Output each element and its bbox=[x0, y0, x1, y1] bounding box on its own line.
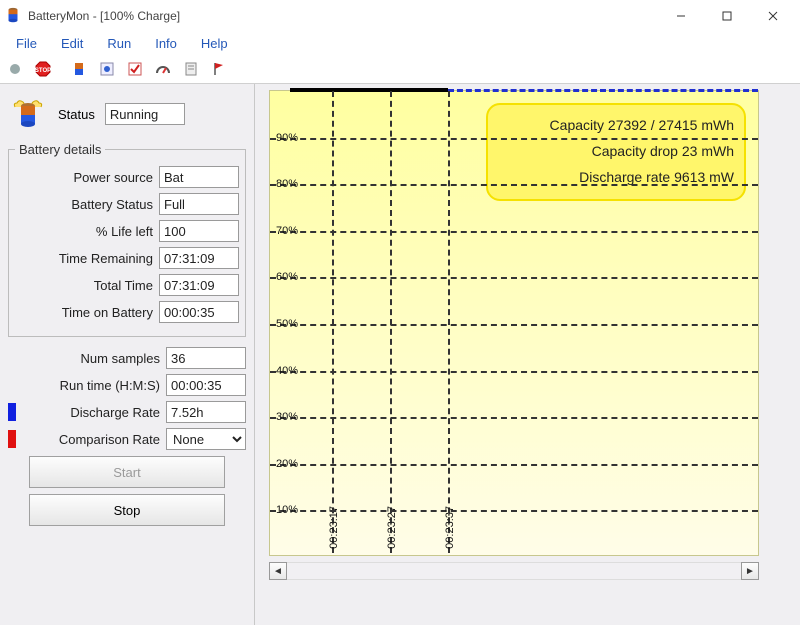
log-icon[interactable] bbox=[178, 56, 204, 82]
stop-icon[interactable]: STOP bbox=[30, 56, 56, 82]
close-button[interactable] bbox=[750, 1, 796, 31]
scroll-track[interactable] bbox=[287, 562, 741, 580]
chart-gridline-h bbox=[270, 464, 758, 466]
chart-projected-trace bbox=[448, 89, 758, 92]
chart-h-scroll[interactable]: ◄ ► bbox=[269, 562, 759, 580]
menu-run[interactable]: Run bbox=[97, 34, 141, 53]
comparison-rate-select[interactable]: None bbox=[166, 428, 246, 450]
chart-y-tick-label: 60% bbox=[276, 271, 298, 283]
chart-gridline-h bbox=[270, 371, 758, 373]
svg-text:STOP: STOP bbox=[35, 68, 51, 74]
discharge-rate-label: Discharge Rate bbox=[16, 405, 166, 420]
chart-gridline-h bbox=[270, 324, 758, 326]
chart-y-tick-label: 70% bbox=[276, 225, 298, 237]
chart-plot: Capacity 27392 / 27415 mWh Capacity drop… bbox=[269, 90, 759, 556]
chart-y-tick-label: 90% bbox=[276, 132, 298, 144]
chart-y-tick-label: 20% bbox=[276, 458, 298, 470]
scroll-right-icon[interactable]: ► bbox=[741, 562, 759, 580]
run-time-value: 00:00:35 bbox=[166, 374, 246, 396]
discharge-rate-value: 7.52h bbox=[166, 401, 246, 423]
chart-y-tick-label: 30% bbox=[276, 411, 298, 423]
info-rate: Discharge rate 9613 mW bbox=[498, 165, 734, 191]
battery-details-group: Battery details Power source Bat Battery… bbox=[8, 142, 246, 337]
comparison-rate-label: Comparison Rate bbox=[16, 432, 166, 447]
minimize-button[interactable] bbox=[658, 1, 704, 31]
info-drop: Capacity drop 23 mWh bbox=[498, 139, 734, 165]
status-label: Status bbox=[54, 107, 99, 122]
chart-x-tick-label: 00:23:37 bbox=[444, 506, 456, 549]
chart-gridline-h bbox=[270, 138, 758, 140]
chart-x-tick-label: 00:23:27 bbox=[386, 506, 398, 549]
total-time-value: 07:31:09 bbox=[159, 274, 239, 296]
options-icon[interactable] bbox=[122, 56, 148, 82]
chart-gridline-h bbox=[270, 184, 758, 186]
toolbar: STOP bbox=[0, 54, 800, 84]
chart-gridline-v bbox=[390, 91, 392, 553]
menu-info[interactable]: Info bbox=[145, 34, 187, 53]
start-button-label: Start bbox=[113, 465, 140, 480]
time-on-battery-label: Time on Battery bbox=[15, 305, 159, 320]
menubar: File Edit Run Info Help bbox=[0, 32, 800, 54]
time-remaining-value: 07:31:09 bbox=[159, 247, 239, 269]
total-time-label: Total Time bbox=[15, 278, 159, 293]
battery-large-icon bbox=[8, 96, 48, 132]
app-icon bbox=[4, 7, 22, 25]
menu-edit[interactable]: Edit bbox=[51, 34, 93, 53]
comparison-marker bbox=[8, 430, 16, 448]
info-capacity: Capacity 27392 / 27415 mWh bbox=[498, 113, 734, 139]
time-on-battery-value: 00:00:35 bbox=[159, 301, 239, 323]
chart-gridline-v bbox=[332, 91, 334, 553]
chart-y-tick-label: 10% bbox=[276, 504, 298, 516]
num-samples-value: 36 bbox=[166, 347, 246, 369]
start-button[interactable]: Start bbox=[29, 456, 225, 488]
stop-button-label: Stop bbox=[114, 503, 141, 518]
record-icon[interactable] bbox=[2, 56, 28, 82]
time-remaining-label: Time Remaining bbox=[15, 251, 159, 266]
life-left-value: 100 bbox=[159, 220, 239, 242]
chart-measured-trace bbox=[290, 88, 448, 92]
battery-status-value: Full bbox=[159, 193, 239, 215]
chart-x-tick-label: 00:23:17 bbox=[328, 506, 340, 549]
menu-file[interactable]: File bbox=[6, 34, 47, 53]
left-panel: Status Running Battery details Power sou… bbox=[0, 84, 255, 625]
chart-y-tick-label: 40% bbox=[276, 365, 298, 377]
window-title: BatteryMon - [100% Charge] bbox=[28, 9, 180, 23]
battery-info-icon[interactable] bbox=[66, 56, 92, 82]
status-value: Running bbox=[105, 103, 185, 125]
chart-gridline-h bbox=[270, 417, 758, 419]
life-left-label: % Life left bbox=[15, 224, 159, 239]
power-source-label: Power source bbox=[15, 170, 159, 185]
maximize-button[interactable] bbox=[704, 1, 750, 31]
scroll-left-icon[interactable]: ◄ bbox=[269, 562, 287, 580]
battery-details-legend: Battery details bbox=[15, 142, 105, 157]
titlebar: BatteryMon - [100% Charge] bbox=[0, 0, 800, 32]
num-samples-label: Num samples bbox=[8, 351, 166, 366]
system-info-icon[interactable] bbox=[94, 56, 120, 82]
stop-button[interactable]: Stop bbox=[29, 494, 225, 526]
chart-gridline-h bbox=[270, 277, 758, 279]
battery-status-label: Battery Status bbox=[15, 197, 159, 212]
chart-y-tick-label: 50% bbox=[276, 318, 298, 330]
power-source-value: Bat bbox=[159, 166, 239, 188]
chart-y-tick-label: 80% bbox=[276, 178, 298, 190]
flag-icon[interactable] bbox=[206, 56, 232, 82]
chart-gridline-h bbox=[270, 510, 758, 512]
chart-gridline-h bbox=[270, 231, 758, 233]
menu-help[interactable]: Help bbox=[191, 34, 238, 53]
chart-gridline-v bbox=[448, 91, 450, 553]
gauge-icon[interactable] bbox=[150, 56, 176, 82]
discharge-marker bbox=[8, 403, 16, 421]
run-time-label: Run time (H:M:S) bbox=[8, 378, 166, 393]
chart-panel: Capacity 27392 / 27415 mWh Capacity drop… bbox=[255, 84, 800, 625]
